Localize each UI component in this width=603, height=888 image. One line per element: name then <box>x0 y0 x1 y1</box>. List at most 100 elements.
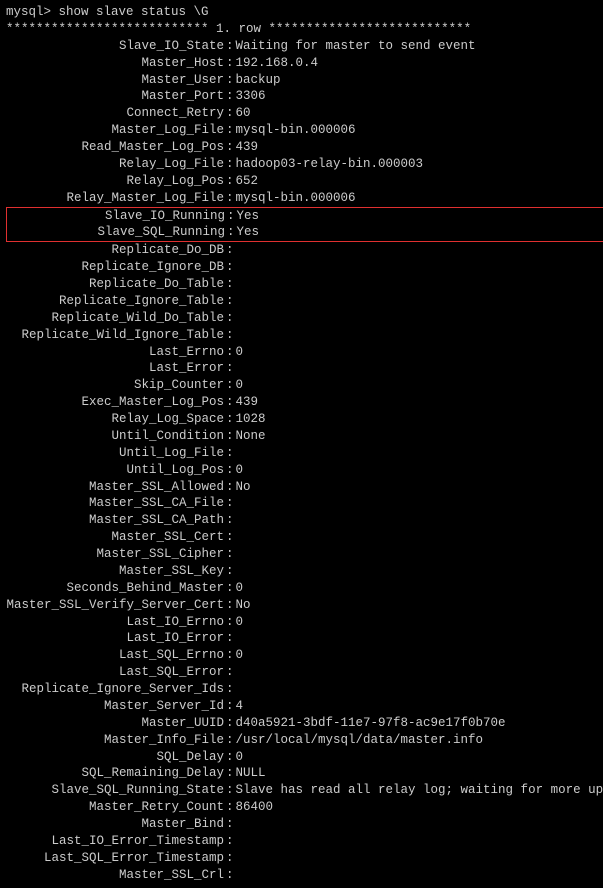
status-row: Master_SSL_Allowed:No <box>6 479 603 496</box>
terminal-output: mysql> show slave status \G ************… <box>6 4 603 884</box>
status-value: 86400 <box>236 799 274 816</box>
status-row: Master_SSL_CA_File: <box>6 495 603 512</box>
status-row: Until_Log_Pos:0 <box>6 462 603 479</box>
status-row: Master_SSL_Crl: <box>6 867 603 884</box>
status-value: hadoop03-relay-bin.000003 <box>236 156 424 173</box>
status-label: Relay_Log_Pos <box>6 173 224 190</box>
status-label: Master_SSL_Cert <box>6 529 224 546</box>
status-label: Seconds_Behind_Master <box>6 580 224 597</box>
colon-separator: : <box>224 72 236 89</box>
status-value: 0 <box>236 614 244 631</box>
status-label: Replicate_Ignore_Server_Ids <box>6 681 224 698</box>
status-row: Last_IO_Error: <box>6 630 603 647</box>
colon-separator: : <box>224 749 236 766</box>
status-value: 3306 <box>236 88 266 105</box>
status-label: Master_SSL_Allowed <box>6 479 224 496</box>
status-value: NULL <box>236 765 266 782</box>
status-row: Until_Log_File: <box>6 445 603 462</box>
status-value: No <box>236 597 251 614</box>
status-label: Master_Log_File <box>6 122 224 139</box>
colon-separator: : <box>224 529 236 546</box>
status-label: Last_IO_Error_Timestamp <box>6 833 224 850</box>
colon-separator: : <box>224 293 236 310</box>
colon-separator: : <box>224 833 236 850</box>
colon-separator: : <box>224 867 236 884</box>
status-label: Slave_IO_Running <box>7 208 225 225</box>
status-value: Yes <box>237 224 260 241</box>
status-label: Replicate_Ignore_Table <box>6 293 224 310</box>
status-row: Replicate_Wild_Do_Table: <box>6 310 603 327</box>
status-label: Master_SSL_CA_Path <box>6 512 224 529</box>
colon-separator: : <box>224 512 236 529</box>
colon-separator: : <box>224 276 236 293</box>
colon-separator: : <box>224 681 236 698</box>
colon-separator: : <box>224 462 236 479</box>
colon-separator: : <box>224 38 236 55</box>
status-value: mysql-bin.000006 <box>236 190 356 207</box>
colon-separator: : <box>224 445 236 462</box>
status-label: Relay_Log_Space <box>6 411 224 428</box>
colon-separator: : <box>224 580 236 597</box>
status-value: 1028 <box>236 411 266 428</box>
mysql-prompt-line: mysql> show slave status \G <box>6 4 603 21</box>
status-label: Master_SSL_Key <box>6 563 224 580</box>
status-rows-before-highlight: Slave_IO_State:Waiting for master to sen… <box>6 38 603 207</box>
status-label: Master_SSL_Crl <box>6 867 224 884</box>
colon-separator: : <box>224 55 236 72</box>
colon-separator: : <box>224 630 236 647</box>
status-label: Until_Log_File <box>6 445 224 462</box>
status-label: Slave_IO_State <box>6 38 224 55</box>
colon-separator: : <box>224 360 236 377</box>
status-value: Yes <box>237 208 260 225</box>
colon-separator: : <box>224 344 236 361</box>
colon-separator: : <box>224 139 236 156</box>
status-row: SQL_Delay:0 <box>6 749 603 766</box>
colon-separator: : <box>224 664 236 681</box>
status-rows-after-highlight: Replicate_Do_DB:Replicate_Ignore_DB:Repl… <box>6 242 603 883</box>
colon-separator: : <box>224 563 236 580</box>
colon-separator: : <box>224 765 236 782</box>
status-row: Master_UUID:d40a5921-3bdf-11e7-97f8-ac9e… <box>6 715 603 732</box>
colon-separator: : <box>224 850 236 867</box>
status-value: 0 <box>236 377 244 394</box>
status-value: 60 <box>236 105 251 122</box>
status-row: Slave_SQL_Running:Yes <box>7 224 603 241</box>
status-row: Replicate_Ignore_Table: <box>6 293 603 310</box>
status-row: Skip_Counter:0 <box>6 377 603 394</box>
status-label: Master_Host <box>6 55 224 72</box>
colon-separator: : <box>224 479 236 496</box>
status-row: Master_Port:3306 <box>6 88 603 105</box>
status-label: SQL_Remaining_Delay <box>6 765 224 782</box>
status-value: None <box>236 428 266 445</box>
colon-separator: : <box>224 88 236 105</box>
status-label: Last_IO_Error <box>6 630 224 647</box>
status-value: d40a5921-3bdf-11e7-97f8-ac9e17f0b70e <box>236 715 506 732</box>
status-value: 0 <box>236 580 244 597</box>
status-row: Last_Error: <box>6 360 603 377</box>
colon-separator: : <box>225 224 237 241</box>
status-row: Master_Server_Id:4 <box>6 698 603 715</box>
status-label: Replicate_Ignore_DB <box>6 259 224 276</box>
status-row: Master_User:backup <box>6 72 603 89</box>
colon-separator: : <box>224 411 236 428</box>
status-label: Exec_Master_Log_Pos <box>6 394 224 411</box>
colon-separator: : <box>224 190 236 207</box>
status-label: Replicate_Wild_Do_Table <box>6 310 224 327</box>
status-value: 0 <box>236 462 244 479</box>
status-row: Slave_IO_Running:Yes <box>7 208 603 225</box>
status-label: Master_Bind <box>6 816 224 833</box>
colon-separator: : <box>225 208 237 225</box>
status-row: Replicate_Wild_Ignore_Table: <box>6 327 603 344</box>
colon-separator: : <box>224 259 236 276</box>
status-value: Waiting for master to send event <box>236 38 476 55</box>
status-row: Slave_IO_State:Waiting for master to sen… <box>6 38 603 55</box>
status-row: Master_Log_File:mysql-bin.000006 <box>6 122 603 139</box>
status-label: Relay_Master_Log_File <box>6 190 224 207</box>
colon-separator: : <box>224 173 236 190</box>
status-value: 652 <box>236 173 259 190</box>
highlight-box: Slave_IO_Running:YesSlave_SQL_Running:Ye… <box>6 207 603 243</box>
status-label: Skip_Counter <box>6 377 224 394</box>
status-label: Replicate_Do_DB <box>6 242 224 259</box>
status-row: Last_Errno:0 <box>6 344 603 361</box>
status-label: Until_Log_Pos <box>6 462 224 479</box>
